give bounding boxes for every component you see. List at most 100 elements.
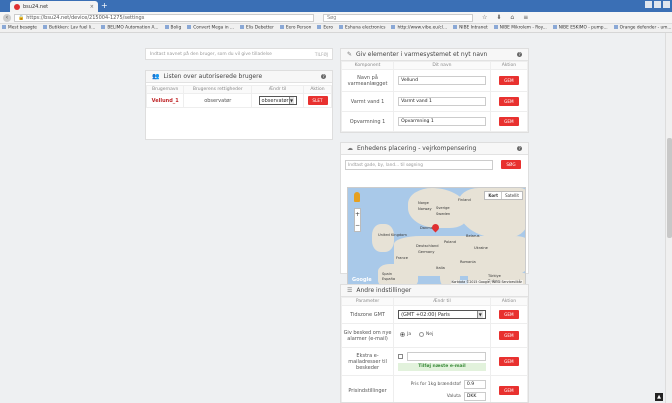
rename-panel-title: Giv elementer i varmesystemet et nyt nav… [356, 51, 488, 58]
save-button[interactable]: GEM [498, 117, 519, 126]
component-name-input[interactable]: Opvarmning 1 [398, 117, 486, 126]
bookmark-item[interactable]: Eshuna electronics [339, 25, 385, 31]
currency-input[interactable]: DKK [463, 392, 486, 401]
zoom-control[interactable]: + − [354, 208, 361, 232]
help-icon[interactable]: ? [321, 74, 326, 79]
other-settings-panel: ☰ Andre indstillinger Parameter Ændr til… [340, 284, 529, 403]
search-location-button[interactable]: SØG [501, 160, 521, 169]
table-row: Vellund_1 observatør observatør ▼ SLET [145, 93, 332, 108]
table-row: Navn på varmeanlægget Vellund GEM [340, 69, 529, 92]
change-to-select[interactable]: observatør ▼ [258, 96, 297, 105]
currency-label: Valuta [446, 394, 461, 399]
browser-search[interactable]: Søg [323, 13, 473, 22]
col-your-name: Dit navn [393, 61, 491, 70]
bookmark-item[interactable]: Bolig [165, 25, 182, 31]
tab-title: bsu24.net [23, 3, 49, 10]
bookmark-item[interactable]: Elis Debetter [240, 25, 274, 31]
minimize-icon[interactable] [645, 1, 652, 8]
radio-unchecked-icon [418, 332, 424, 337]
url-text: https://bsu24.net/device/215004-1275/set… [26, 14, 145, 21]
notify-yes-label: Ja [407, 332, 412, 337]
download-icon[interactable]: ⬇ [496, 14, 501, 21]
save-price-button[interactable]: GEM [498, 386, 519, 395]
col-username: Brugernavn [145, 85, 185, 94]
browser-tab[interactable]: bsu24.net × [10, 1, 98, 12]
component-name-input[interactable]: Vellund [398, 76, 486, 85]
notify-cell: Ja Nej [393, 323, 491, 348]
notify-yes-radio[interactable]: Ja [400, 332, 411, 337]
scroll-to-top-icon[interactable]: ▲ [655, 393, 663, 401]
close-window-icon[interactable] [663, 1, 670, 8]
save-notify-button[interactable]: GEM [498, 331, 519, 340]
col-parameter: Parameter [341, 297, 395, 306]
add-email-button[interactable]: Tilføj næste e-mail [398, 363, 486, 371]
users-panel-title: Listen over autoriserede brugere [163, 73, 263, 80]
notify-no-radio[interactable]: Nej [418, 332, 433, 337]
add-user-button[interactable]: TILFØJ [315, 52, 328, 57]
map-type-map[interactable]: Kort [485, 192, 503, 199]
bookmark-item[interactable]: Convert Mega in ... [187, 25, 234, 31]
map-label: Norge [418, 201, 429, 205]
cloud-icon: ☁ [347, 145, 353, 152]
address-bar[interactable]: 🔒 https://bsu24.net/device/215004-1275/s… [14, 13, 314, 22]
action-cell: SLET [303, 93, 332, 108]
location-search-input[interactable]: Indtast gade, by, land... til søgning [345, 160, 493, 170]
bookmark-item[interactable]: http://www.vibe.eu/cl... [391, 25, 447, 31]
radio-checked-icon [400, 332, 406, 337]
save-button[interactable]: GEM [498, 76, 519, 85]
timezone-cell: (GMT +02:00) Paris ▼ [393, 305, 491, 324]
table-row: Opvarmning 1 Opvarmning 1 GEM [340, 111, 529, 132]
price-input[interactable]: 0.9 [463, 380, 486, 389]
bookmark-item[interactable]: NIBE ESKIMO - pump... [553, 25, 608, 31]
rename-table: Komponent Dit navn Aktion Navn på varmea… [340, 61, 529, 132]
home-icon[interactable]: ⌂ [510, 14, 514, 21]
value-cell: Vellund [393, 69, 491, 92]
bookmark-item[interactable]: Mest besøgte [2, 25, 37, 31]
table-row: Giv besked om nye alarmer (e-mail) Ja Ne… [341, 323, 528, 348]
menu-icon[interactable]: ≡ [523, 14, 528, 21]
bookmark-item[interactable]: Butikken: Lav fuel li... [43, 25, 95, 31]
map-label: Ukraine [474, 246, 488, 250]
map-label: Norway [418, 207, 432, 211]
action-cell: GEM [489, 347, 528, 376]
lock-icon: 🔒 [18, 14, 25, 21]
bookmark-item[interactable]: BELIMO Automation A... [101, 25, 158, 31]
component-name-input[interactable]: Varmt vand 1 [398, 97, 486, 106]
other-settings-table: Parameter Ændr til Aktion Tidszone GMT (… [341, 297, 528, 402]
email-input[interactable] [407, 352, 486, 361]
other-settings-title: Andre indstillinger [356, 287, 412, 294]
window-controls [645, 1, 670, 8]
new-tab-icon[interactable]: + [101, 2, 110, 10]
bookmark-item[interactable]: NIBE Mikrolem - Roy... [494, 25, 547, 31]
help-icon[interactable]: ? [517, 52, 522, 57]
map-label: Deutschland [416, 244, 439, 248]
bookmark-item[interactable]: Eero Person [280, 25, 311, 31]
map-label: Sverige [436, 206, 450, 210]
back-icon[interactable]: ‹ [3, 13, 11, 22]
email-checkbox[interactable] [398, 354, 404, 359]
maximize-icon[interactable] [654, 1, 661, 8]
notify-label: Giv besked om nye alarmer (e-mail) [341, 323, 395, 348]
scrollbar-thumb[interactable] [667, 138, 672, 238]
rename-panel: ✎ Giv elementer i varmesystemet et nyt n… [340, 48, 529, 133]
action-cell: GEM [489, 305, 528, 324]
browser-search-text: Søg [327, 14, 337, 21]
pegman-icon[interactable] [354, 192, 360, 202]
placement-panel-header: ☁ Enhedens placering - vejrkompensering … [341, 143, 528, 155]
save-button[interactable]: GEM [498, 97, 519, 106]
page-scrollbar[interactable] [665, 33, 672, 403]
star-icon[interactable]: ☆ [482, 14, 487, 21]
bookmark-item[interactable]: Orange defender - um... [614, 25, 672, 31]
map-type-satellite[interactable]: Satellit [502, 192, 522, 199]
close-tab-icon[interactable]: × [90, 4, 94, 10]
timezone-select[interactable]: (GMT +02:00) Paris ▼ [398, 310, 486, 319]
delete-user-button[interactable]: SLET [307, 96, 328, 105]
bookmark-item[interactable]: NIBE Intranet [453, 25, 488, 31]
col-action: Aktion [303, 85, 332, 94]
bookmark-item[interactable]: Eero [317, 25, 333, 31]
save-timezone-button[interactable]: GEM [498, 310, 519, 319]
save-emails-button[interactable]: GEM [498, 357, 519, 366]
location-map[interactable]: Norge Sverige Finland Norway Sweden Unit… [347, 187, 526, 287]
help-icon[interactable]: ? [517, 146, 522, 151]
users-panel: 👥 Listen over autoriserede brugere ? Bru… [145, 70, 333, 140]
